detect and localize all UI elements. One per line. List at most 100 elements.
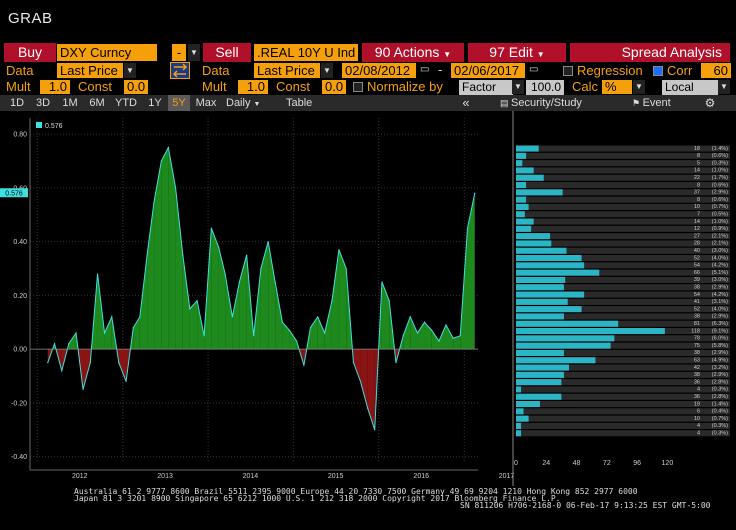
histogram-bar [516,203,529,210]
title-bar: GRAB [0,0,736,42]
start-date-field[interactable]: 02/08/2012 [342,63,416,78]
table-toggle[interactable]: Table [286,95,322,111]
data-point [89,361,91,364]
data-point [416,332,419,334]
data-point [352,361,355,364]
corr-window-field[interactable]: 60 [701,63,731,78]
data-point [125,380,127,382]
histogram-bar [516,182,527,189]
range-tab-1m[interactable]: 1M [58,95,82,111]
gear-icon[interactable]: ⚙ [700,95,720,111]
range-tab-6m[interactable]: 6M [85,95,109,111]
end-date-field[interactable]: 02/06/2017 [451,63,525,78]
data-point [359,380,362,382]
sell-security-field[interactable]: .REAL 10Y U Ind [254,44,358,61]
data-point [452,337,454,339]
calc-select[interactable]: % [602,80,632,94]
range-tab-3d[interactable]: 3D [32,95,54,111]
const-field-1[interactable]: 0.0 [124,80,148,94]
normalize-method-select[interactable]: Factor [459,80,513,95]
normalize-dropdown-icon[interactable]: ▼ [512,80,524,94]
mult-field-1[interactable]: 1.0 [40,80,70,94]
timezone-select[interactable]: Local [662,80,718,95]
buy-security-field[interactable]: DXY Curncy [57,44,157,61]
histogram-bar [516,364,569,371]
calc-label: Calc [572,79,599,94]
data-dropdown-icon-2[interactable]: ▼ [321,63,333,78]
double-chevron-left-icon[interactable]: « [456,95,476,111]
actions-menu-button[interactable]: 90 Actions ▼ [362,43,464,62]
histogram-count-label: 63 [694,358,700,364]
data-point [374,429,376,431]
histogram-bar [516,386,522,393]
data-dropdown-icon-1[interactable]: ▼ [124,63,136,78]
regression-label: Regression [577,63,643,78]
data-point [224,273,226,275]
timezone-dropdown-icon[interactable]: ▼ [718,80,730,94]
calendar-icon[interactable]: ▭ [420,64,429,75]
data-point [260,267,262,270]
data-select-1[interactable]: Last Price [57,63,123,78]
histogram-percent-label: (0.6%) [712,153,728,159]
range-tab-5y[interactable]: 5Y [168,95,190,111]
calc-dropdown-icon[interactable]: ▼ [633,80,645,94]
histogram-percent-label: (2.9%) [712,285,728,291]
range-tab-1d[interactable]: 1D [6,95,28,111]
data-select-2[interactable]: Last Price [254,63,320,78]
range-tab-ytd[interactable]: YTD [112,95,140,111]
buy-button[interactable]: Buy [4,43,56,62]
x-tick-label: 2014 [243,473,259,480]
data-point [153,200,155,202]
histogram-count-label: 78 [694,336,700,342]
operator-field[interactable]: - [172,44,186,61]
histogram-bar [516,284,564,291]
histogram-percent-label: (3.0%) [712,277,728,283]
histogram-bar [516,189,563,196]
histogram-count-label: 41 [694,299,700,305]
frequency-select[interactable]: Daily ▼ [226,95,272,111]
histogram-count-label: 10 [694,204,700,210]
data-point [274,281,276,283]
area-segment [211,228,219,350]
operator-dropdown-icon[interactable]: ▼ [188,44,200,61]
range-tab-1y[interactable]: 1Y [144,95,166,111]
histogram-bar [516,393,562,400]
range-toolbar [0,95,736,111]
corr-checkbox[interactable] [653,66,663,76]
histogram-bar [516,422,522,429]
normalize-checkbox[interactable] [353,82,363,92]
regression-checkbox[interactable] [563,66,573,76]
y-tick-label: -0.40 [11,454,27,461]
data-point [210,227,212,229]
data-point [438,340,440,342]
data-point [246,254,248,256]
y-tick-label: 0.40 [13,239,27,246]
edit-menu-button[interactable]: 97 Edit ▼ [468,43,566,62]
flag-icon: ⚑ [632,98,643,108]
event-button[interactable]: ⚑ Event [632,95,690,111]
security-study-button[interactable]: ▤ Security/Study [500,95,610,111]
factor-value-field[interactable]: 100.0 [526,80,564,95]
y-tick-label: 0.20 [13,293,27,300]
data-point [474,192,476,194]
calendar-icon[interactable]: ▭ [529,64,538,75]
histogram-count-label: 36 [694,394,700,400]
histogram-count-label: 18 [694,146,700,152]
sell-button[interactable]: Sell [203,43,251,62]
histogram-percent-label: (0.3%) [712,160,728,166]
x-tick-label: 2017 [499,473,515,480]
histogram-percent-label: (0.3%) [712,431,728,437]
histogram-bar [516,328,665,335]
frequency-label: Daily [226,97,251,109]
swap-icon[interactable] [170,62,190,79]
histogram-bar [516,379,562,386]
histogram-percent-label: (6.3%) [712,321,728,327]
chevron-down-icon: ▼ [443,50,452,59]
histogram-percent-label: (1.4%) [712,401,728,407]
mult-field-2[interactable]: 1.0 [238,80,268,94]
histogram-count-label: 42 [694,365,700,371]
const-label-1: Const [78,79,112,94]
range-tab-max[interactable]: Max [193,95,219,111]
histogram-percent-label: (9.1%) [712,328,728,334]
const-field-2[interactable]: 0.0 [322,80,346,94]
